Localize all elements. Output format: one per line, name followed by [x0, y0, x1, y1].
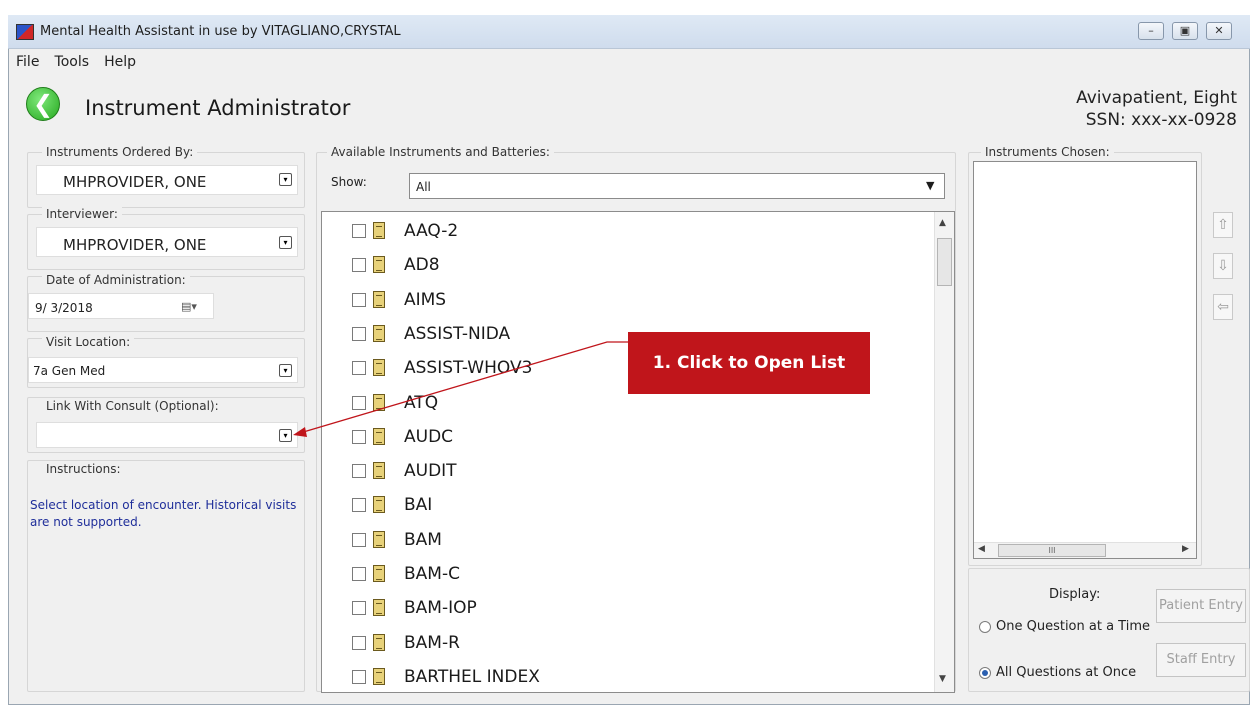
- callout-arrow: [293, 341, 630, 437]
- callout-box: 1. Click to Open List: [628, 332, 870, 394]
